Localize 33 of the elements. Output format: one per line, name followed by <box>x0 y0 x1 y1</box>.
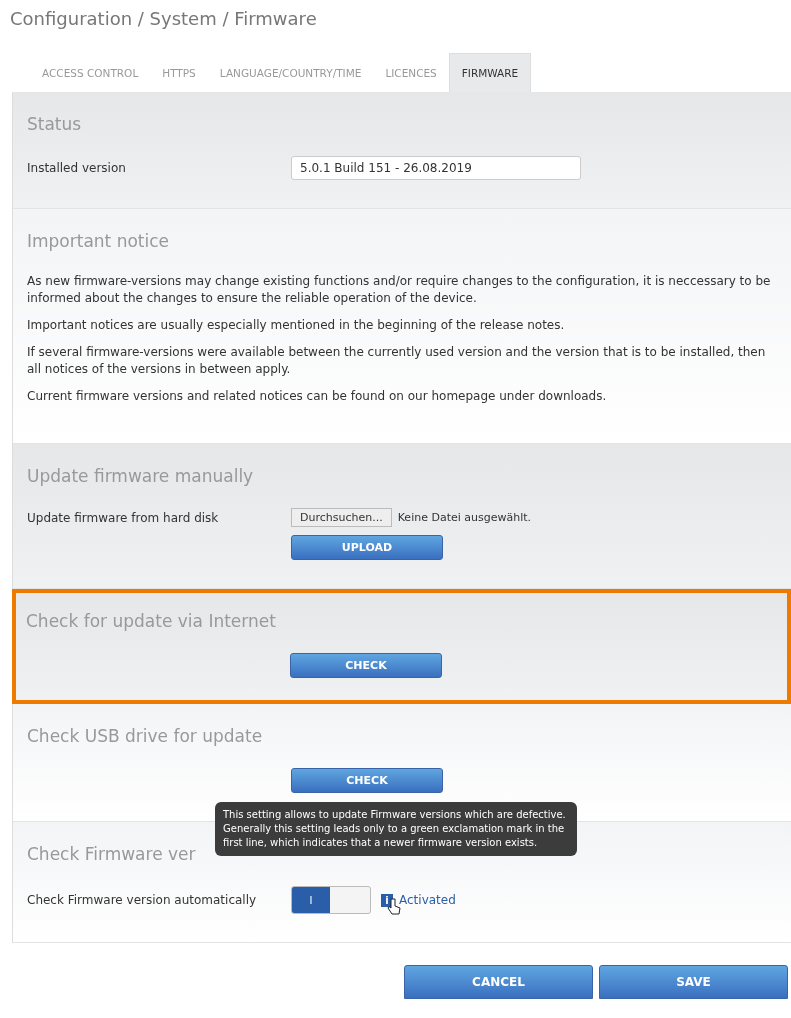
tab[interactable]: HTTPS <box>150 53 208 92</box>
breadcrumb: Configuration / System / Firmware <box>9 7 318 31</box>
browse-button[interactable]: Durchsuchen... <box>291 508 392 527</box>
check-button[interactable]: CHECK <box>290 653 442 678</box>
tab[interactable]: FIRMWARE <box>448 53 532 92</box>
notice-paragraph: If several firmware-versions were available between the currently used version and the version that is to be installed, then all notices of the versions in between apply. <box>27 344 767 378</box>
notice-paragraph: Important notices are usually especially mentioned in the beginning of the release notes. <box>27 317 566 334</box>
section-title: Check USB drive for update <box>27 726 263 746</box>
save-button[interactable]: SAVE <box>599 965 788 999</box>
section-title: Check Firmware ver <box>27 844 196 864</box>
upload-button[interactable]: UPLOAD <box>291 535 443 560</box>
section-title: Important notice <box>27 231 170 251</box>
status-link[interactable]: Activated <box>399 893 456 907</box>
field-label: Check Firmware version automatically <box>27 893 258 907</box>
notice-paragraph: Current firmware versions and related notices can be found on our homepage under downloads. <box>27 388 608 405</box>
hand-cursor-icon <box>387 898 401 916</box>
installed-version-field[interactable]: 5.0.1 Build 151 - 26.08.2019 <box>291 156 581 180</box>
tab[interactable]: LICENCES <box>373 53 449 92</box>
section-title: Status <box>27 114 82 134</box>
info-icon[interactable]: i <box>381 893 393 907</box>
tab[interactable]: ACCESS CONTROL <box>30 53 151 92</box>
section-title: Update firmware manually <box>27 466 254 486</box>
field-label: Update firmware from hard disk <box>27 510 220 525</box>
field-label: Installed version <box>27 161 127 175</box>
section-title: Check for update via Internet <box>26 611 276 631</box>
cancel-button[interactable]: CANCEL <box>404 965 593 999</box>
tooltip: This setting allows to update Firmware versions which are defective. Generally this setting leads only to a green exclamation mark in the first line, which indicates that a newer firmware version exists. <box>215 802 577 856</box>
check-button[interactable]: CHECK <box>291 768 443 793</box>
toggle-switch[interactable]: I <box>291 886 371 914</box>
tab[interactable]: LANGUAGE/COUNTRY/TIME <box>207 53 374 92</box>
file-status: Keine Datei ausgewählt. <box>397 511 532 524</box>
switch-on-label: I <box>292 887 330 913</box>
notice-paragraph: As new firmware-versions may change existing functions and/or require changes to the configuration, it is neccessary to be informed about the changes to ensure the reliable operation of the device. <box>27 273 772 307</box>
